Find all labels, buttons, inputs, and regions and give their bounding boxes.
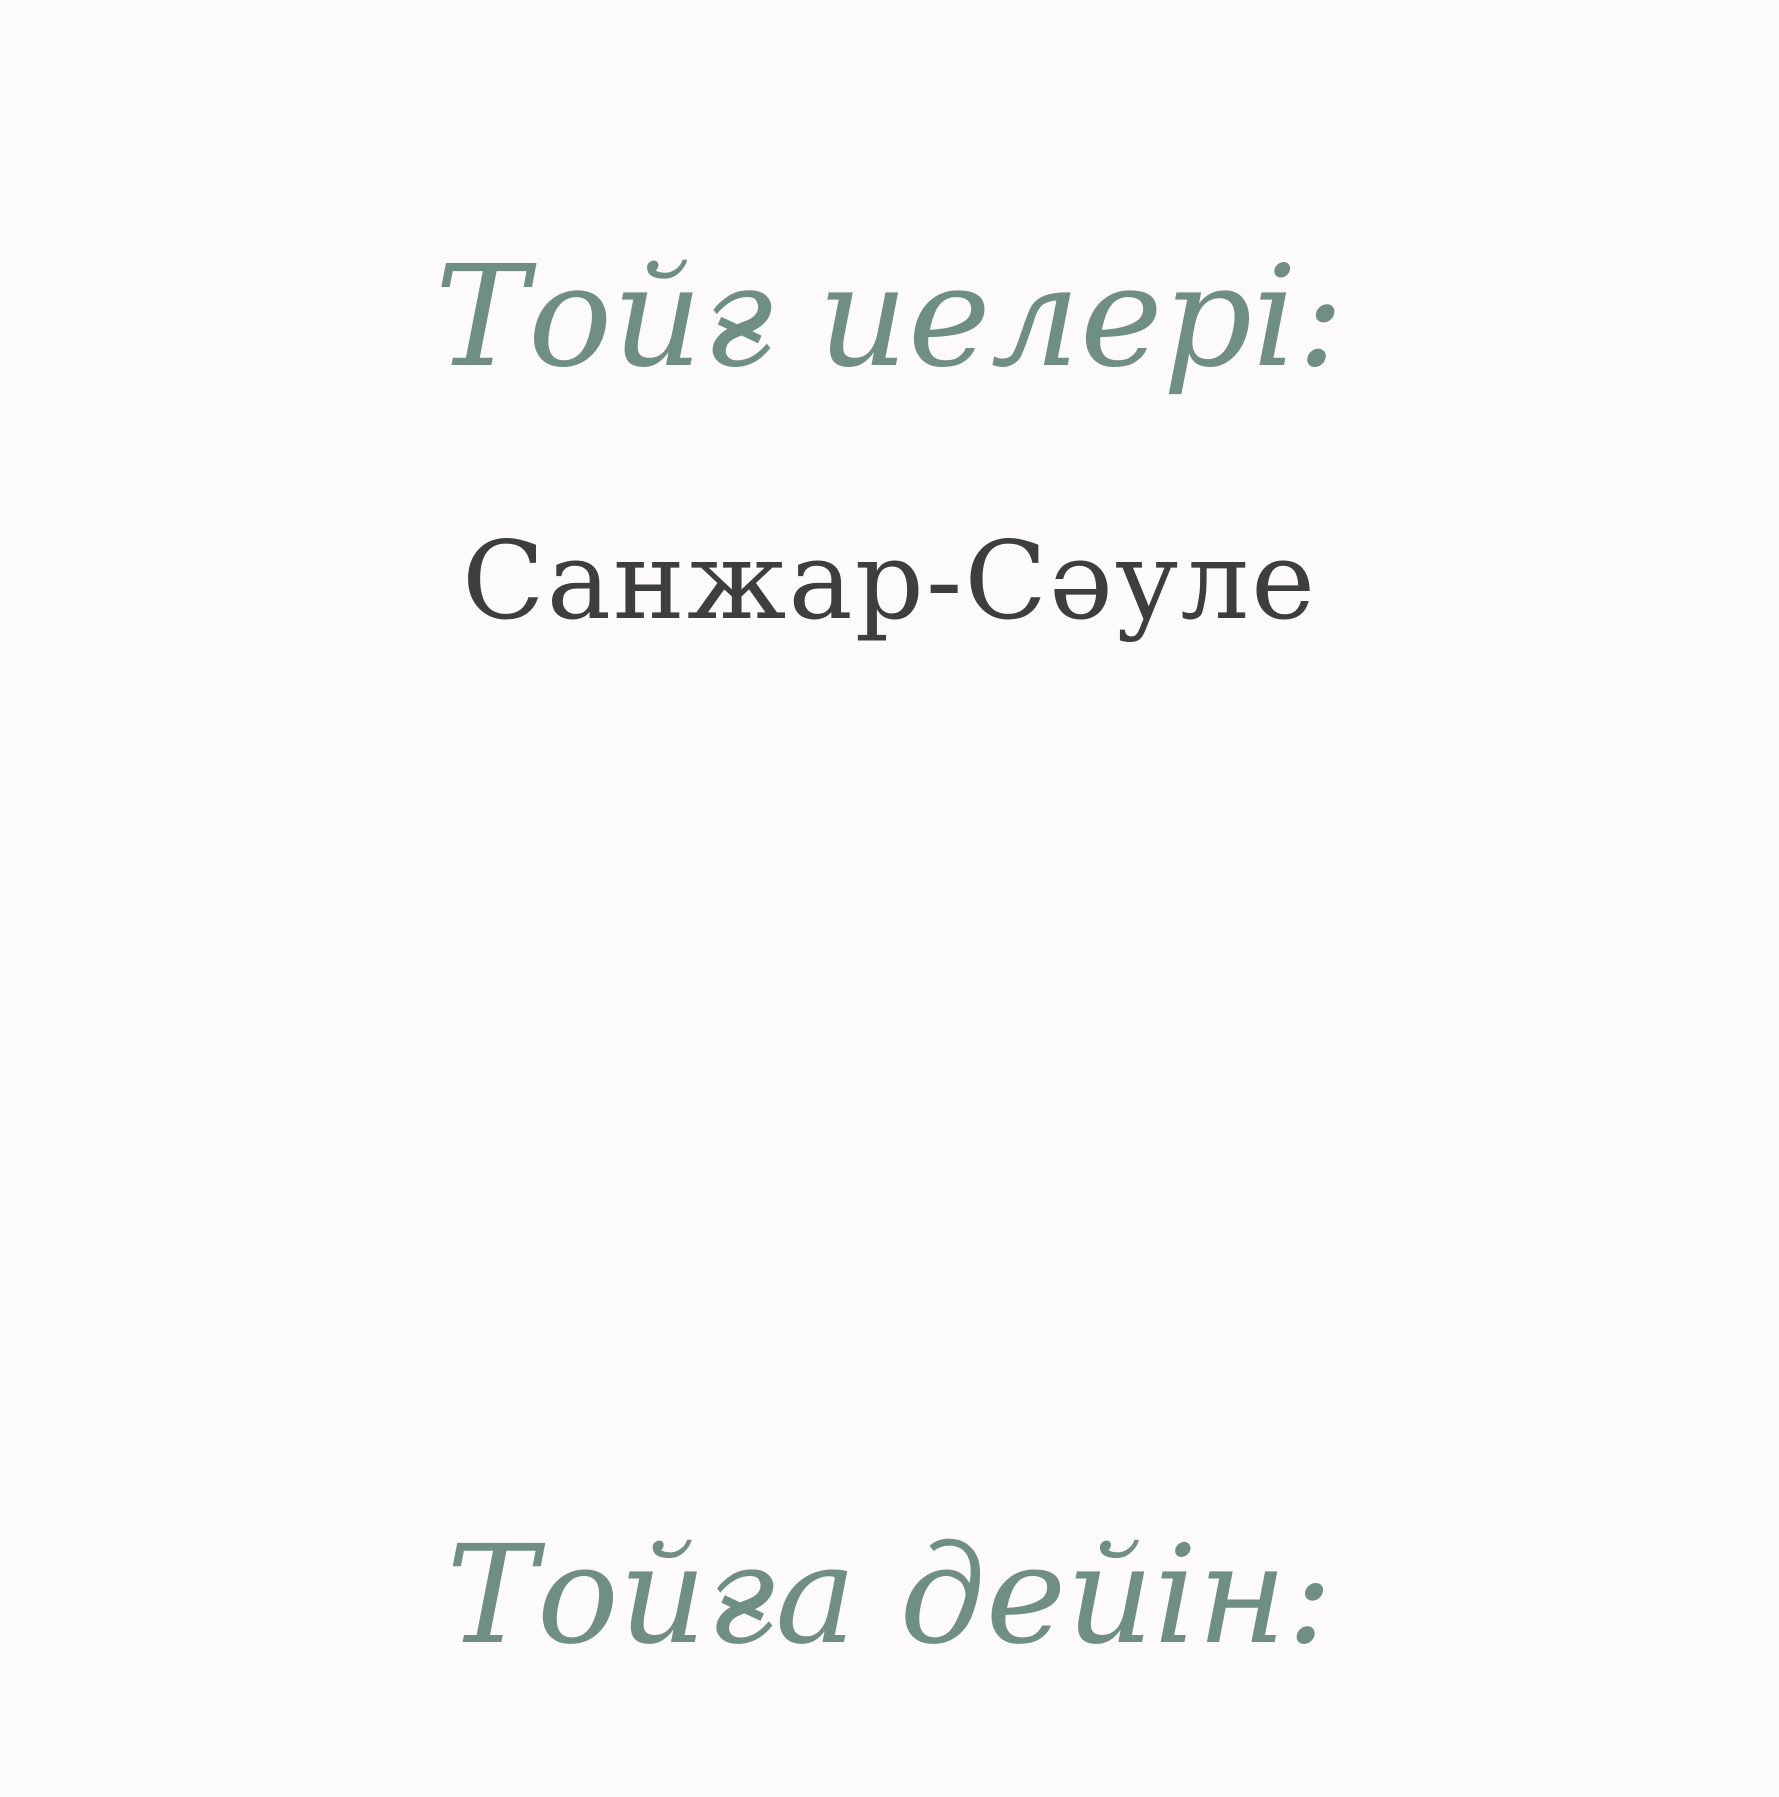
countdown-heading: Тойға дейін: — [446, 1517, 1333, 1675]
couple-names: Санжар-Сәуле — [462, 519, 1317, 644]
hosts-heading: Тойғ иелері: — [434, 236, 1345, 399]
